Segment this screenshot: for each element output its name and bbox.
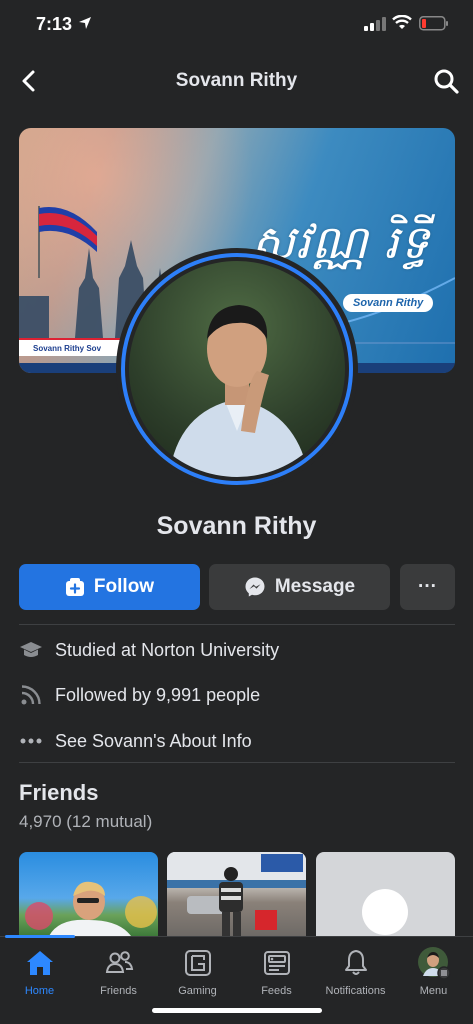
bell-icon	[344, 950, 367, 975]
tab-feeds[interactable]: Feeds	[237, 945, 316, 997]
friends-count: 4,970 (12 mutual)	[19, 812, 153, 831]
avatar-person-illustration	[169, 305, 309, 477]
cellular-signal-icon	[364, 17, 386, 31]
search-icon	[434, 69, 459, 94]
active-tab-indicator	[5, 935, 75, 938]
status-bar: 7:13	[0, 0, 473, 50]
location-arrow-icon	[79, 17, 91, 29]
followers-text: Followed by 9,991 people	[55, 684, 261, 705]
tab-feeds-label: Feeds	[261, 985, 292, 997]
more-options-button[interactable]: ···	[400, 564, 455, 610]
friend-photo	[167, 852, 306, 936]
friend-card[interactable]	[167, 852, 306, 936]
friends-section-title: Friends	[19, 780, 99, 805]
battery-icon	[419, 16, 448, 31]
info-followers[interactable]: Followed by 9,991 people	[19, 680, 260, 710]
gaming-icon	[184, 950, 211, 976]
feeds-icon	[263, 951, 290, 975]
friend-photo	[25, 881, 157, 936]
tab-menu[interactable]: Menu	[394, 945, 473, 997]
avatar-ring	[121, 253, 353, 485]
info-education: Studied at Norton University	[19, 635, 279, 665]
tab-notifications[interactable]: Notifications	[316, 945, 395, 997]
message-button[interactable]: Message	[209, 564, 390, 610]
tab-gaming[interactable]: Gaming	[158, 945, 237, 997]
home-icon	[26, 951, 53, 975]
page-title: Sovann Rithy	[175, 70, 298, 91]
tab-home[interactable]: Home	[0, 945, 79, 997]
menu-avatar-icon	[417, 947, 451, 980]
follow-button[interactable]: Follow	[19, 564, 200, 610]
more-options-icon: ···	[418, 576, 437, 597]
tab-friends[interactable]: Friends	[79, 945, 158, 997]
top-nav-bar: Sovann Rithy	[0, 56, 473, 106]
add-follow-icon	[65, 577, 85, 597]
graduation-cap-icon	[19, 638, 43, 662]
rss-feed-icon	[19, 683, 43, 707]
tab-gaming-label: Gaming	[178, 985, 217, 997]
default-avatar-icon	[362, 889, 408, 935]
education-text: Studied at Norton University	[55, 639, 280, 660]
avatar	[129, 261, 345, 477]
profile-picture[interactable]	[116, 248, 358, 490]
message-button-label: Message	[274, 576, 356, 597]
tab-notifications-label: Notifications	[325, 985, 386, 997]
tab-friends-label: Friends	[100, 985, 137, 997]
more-dots-icon	[19, 729, 43, 753]
wifi-icon	[392, 15, 412, 29]
tab-home-label: Home	[24, 985, 55, 997]
search-button[interactable]	[431, 66, 461, 96]
divider	[19, 762, 455, 763]
home-indicator[interactable]	[152, 1008, 322, 1013]
about-info-text: See Sovann's About Info	[55, 730, 252, 751]
follow-button-label: Follow	[93, 576, 155, 597]
friend-card[interactable]	[19, 852, 158, 936]
friend-card[interactable]	[316, 852, 455, 936]
messenger-icon	[244, 576, 266, 598]
status-time: 7:13	[36, 14, 73, 34]
profile-name: Sovann Rithy	[156, 512, 317, 540]
tab-menu-label: Menu	[419, 985, 448, 997]
cover-name-tag: Sovann Rithy	[343, 294, 434, 312]
info-about-link[interactable]: See Sovann's About Info	[19, 726, 252, 756]
friends-icon	[105, 951, 133, 973]
divider	[19, 624, 455, 625]
